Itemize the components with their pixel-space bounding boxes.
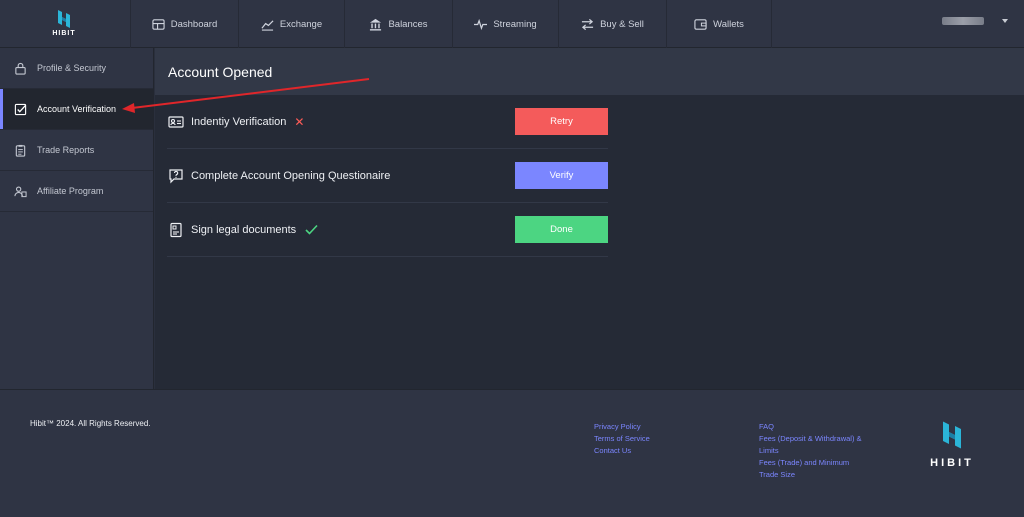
sidebar-item-label: Account Verification <box>37 104 117 114</box>
footer-links-column-1: Privacy Policy Terms of Service Contact … <box>594 421 650 457</box>
question-bubble-icon <box>169 168 183 183</box>
done-button[interactable]: Done <box>515 216 608 243</box>
chevron-down-icon <box>1002 19 1008 23</box>
clipboard-icon <box>15 144 26 157</box>
top-navigation-bar: HIBIT Dashboard Exchange Balances Stream… <box>0 0 1024 48</box>
verification-row-label: Complete Account Opening Questionaire <box>191 169 391 182</box>
verify-button[interactable]: Verify <box>515 162 608 189</box>
lock-icon <box>15 62 26 75</box>
document-icon <box>170 222 182 237</box>
user-menu[interactable] <box>942 17 1008 25</box>
verification-row-label: Sign legal documents <box>191 223 297 236</box>
footer-logo-text: HIBIT <box>930 457 974 469</box>
terms-of-service-link[interactable]: Terms of Service <box>594 433 650 445</box>
faq-link[interactable]: FAQ <box>759 421 869 433</box>
sidebar-item-affiliate-program[interactable]: Affiliate Program <box>0 171 153 212</box>
nav-streaming[interactable]: Streaming <box>452 0 558 48</box>
hibit-logo-icon <box>943 421 961 449</box>
privacy-policy-link[interactable]: Privacy Policy <box>594 421 650 433</box>
verification-row-questionnaire: Complete Account Opening Questionaire Ve… <box>167 149 608 203</box>
nav-buy-sell-label: Buy & Sell <box>600 18 644 30</box>
hibit-logo[interactable]: HIBIT <box>44 9 84 41</box>
check-icon <box>305 224 318 235</box>
failed-x-icon: ✕ <box>294 114 305 129</box>
bank-icon <box>370 18 382 31</box>
sidebar: Profile & Security Account Verification … <box>0 48 154 389</box>
sidebar-item-label: Profile & Security <box>37 63 107 73</box>
nav-dashboard-label: Dashboard <box>170 18 218 30</box>
verification-row-identity: Indentiy Verification ✕ Retry <box>167 95 608 149</box>
page-title: Account Opened <box>155 48 1024 95</box>
footer-hibit-logo: HIBIT <box>928 420 976 469</box>
sidebar-item-account-verification[interactable]: Account Verification <box>0 89 153 130</box>
nav-exchange-label: Exchange <box>279 18 323 30</box>
dashboard-icon <box>152 18 165 30</box>
nav-wallets-label: Wallets <box>713 18 744 30</box>
sidebar-item-label: Trade Reports <box>37 145 95 155</box>
nav-dashboard[interactable]: Dashboard <box>130 0 238 48</box>
sidebar-item-trade-reports[interactable]: Trade Reports <box>0 130 153 171</box>
id-card-icon <box>168 115 184 128</box>
swap-arrows-icon <box>581 18 594 30</box>
hibit-logo-icon <box>58 10 70 28</box>
exchange-chart-icon <box>261 19 274 31</box>
fees-deposit-withdrawal-link[interactable]: Fees (Deposit & Withdrawal) & Limits <box>759 433 869 457</box>
contact-us-link[interactable]: Contact Us <box>594 445 650 457</box>
verification-row-label: Indentiy Verification <box>191 115 287 128</box>
pulse-icon <box>474 18 488 30</box>
nav-streaming-label: Streaming <box>493 18 537 30</box>
copyright-text: Hibit™ 2024. All Rights Reserved. <box>30 419 151 428</box>
footer-links-column-2: FAQ Fees (Deposit & Withdrawal) & Limits… <box>759 421 869 481</box>
main-content: Account Opened Indentiy Verification ✕ R… <box>155 48 1024 389</box>
nav-exchange[interactable]: Exchange <box>238 0 344 48</box>
wallet-icon <box>694 18 707 30</box>
footer: Hibit™ 2024. All Rights Reserved. Privac… <box>0 389 1024 517</box>
nav-balances[interactable]: Balances <box>344 0 452 48</box>
verification-steps-list: Indentiy Verification ✕ Retry Complete A… <box>167 95 608 257</box>
nav-wallets[interactable]: Wallets <box>666 0 772 48</box>
fees-trade-link[interactable]: Fees (Trade) and Minimum Trade Size <box>759 457 869 481</box>
nav-balances-label: Balances <box>388 18 428 30</box>
users-icon <box>14 185 27 197</box>
retry-button[interactable]: Retry <box>515 108 608 135</box>
user-name-redacted <box>942 17 984 25</box>
checkbox-icon <box>14 103 27 115</box>
main-nav: Dashboard Exchange Balances Streaming Bu… <box>130 0 772 48</box>
verification-row-legal-documents: Sign legal documents Done <box>167 203 608 257</box>
sidebar-item-profile-security[interactable]: Profile & Security <box>0 48 153 89</box>
logo-text: HIBIT <box>52 30 76 37</box>
sidebar-item-label: Affiliate Program <box>37 186 104 196</box>
nav-buy-sell[interactable]: Buy & Sell <box>558 0 666 48</box>
